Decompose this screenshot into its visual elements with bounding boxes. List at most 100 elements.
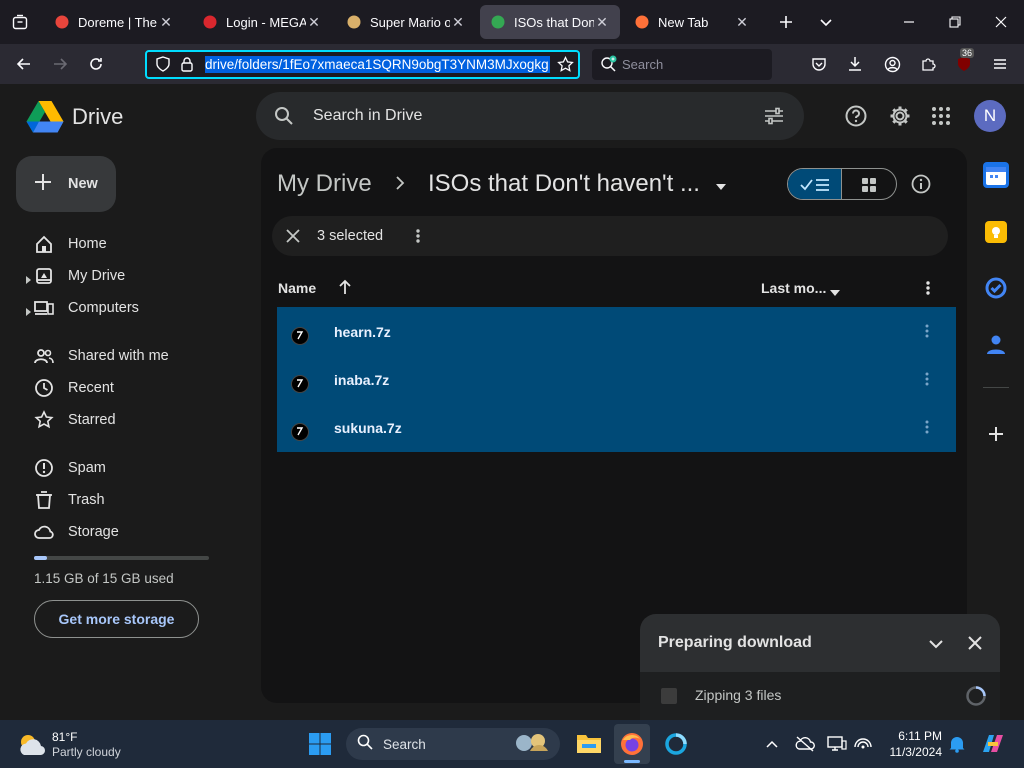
- column-options-more-icon[interactable]: [926, 281, 930, 300]
- tab-doreme[interactable]: Doreme | The L✕: [44, 5, 184, 39]
- column-header-last-modified[interactable]: Last mo...: [761, 280, 826, 296]
- window-restore-icon[interactable]: [943, 10, 967, 34]
- pocket-icon[interactable]: [807, 52, 831, 76]
- grid-view-button[interactable]: [842, 169, 896, 199]
- sidebar-item-spam[interactable]: Spam: [34, 452, 106, 484]
- new-tab-icon[interactable]: [774, 10, 798, 34]
- sidebar-item-storage[interactable]: Storage: [34, 516, 119, 548]
- downloads-icon[interactable]: [843, 52, 867, 76]
- extensions-puzzle-icon[interactable]: [916, 52, 940, 76]
- ublock-extension-icon[interactable]: 36: [952, 48, 976, 76]
- drive-logo[interactable]: Drive: [26, 100, 123, 134]
- row-more-options-icon[interactable]: [925, 420, 929, 437]
- column-header-name[interactable]: Name: [278, 280, 316, 296]
- breadcrumb-current-folder[interactable]: ISOs that Don't haven't ...: [428, 170, 700, 198]
- account-icon[interactable]: [880, 52, 904, 76]
- lock-icon[interactable]: [180, 56, 194, 78]
- taskbar-clock[interactable]: 6:11 PM 11/3/2024: [882, 728, 943, 760]
- sidebar-item-computers[interactable]: Computers: [26, 292, 139, 324]
- partly-cloudy-icon: [20, 735, 46, 756]
- file-name[interactable]: sukuna.7z: [334, 420, 402, 436]
- file-row[interactable]: inaba.7z: [277, 356, 956, 404]
- list-view-button[interactable]: [788, 169, 843, 199]
- tasks-app-icon[interactable]: [985, 277, 1007, 304]
- sidebar-item-label: Starred: [68, 412, 116, 428]
- help-icon[interactable]: [845, 105, 867, 132]
- apps-grid-icon[interactable]: [932, 107, 950, 130]
- sort-ascending-arrow-icon[interactable]: [338, 279, 352, 300]
- tab-login-mega[interactable]: Login - MEGA ✕: [192, 5, 332, 39]
- drive-search-bar[interactable]: Search in Drive: [256, 92, 804, 140]
- file-explorer-icon[interactable]: [576, 731, 602, 760]
- tab-close-icon[interactable]: ✕: [594, 14, 610, 31]
- file-name[interactable]: hearn.7z: [334, 324, 391, 340]
- sidebar-item-trash[interactable]: Trash: [34, 484, 105, 516]
- display-icon[interactable]: [827, 735, 847, 758]
- shield-icon[interactable]: [155, 56, 171, 78]
- search-icon[interactable]: [274, 106, 294, 131]
- bookmark-star-icon[interactable]: [557, 55, 574, 78]
- reload-icon[interactable]: [84, 52, 108, 76]
- expand-caret-icon[interactable]: [26, 304, 31, 320]
- tab-isos[interactable]: ISOs that Don't ✕: [480, 5, 620, 39]
- folder-dropdown-caret-icon[interactable]: [714, 179, 728, 197]
- forward-arrow-icon[interactable]: [48, 52, 72, 76]
- tab-super-mario[interactable]: Super Mario on✕: [336, 5, 476, 39]
- selection-more-icon[interactable]: [416, 229, 420, 248]
- tab-close-icon[interactable]: ✕: [158, 14, 174, 31]
- taskbar-firefox-button[interactable]: [614, 724, 650, 764]
- taskbar-search[interactable]: Search: [346, 728, 560, 760]
- storage-bar: [34, 556, 209, 560]
- tab-new-tab[interactable]: New Tab ✕: [624, 5, 760, 39]
- selection-count: 3 selected: [317, 228, 384, 244]
- sidebar-item-starred[interactable]: Starred: [34, 404, 116, 436]
- info-icon[interactable]: [911, 174, 931, 199]
- copilot-icon[interactable]: [980, 732, 1006, 761]
- settings-gear-icon[interactable]: [889, 105, 911, 132]
- show-hidden-icons-chevron-icon[interactable]: [765, 737, 779, 755]
- notification-bell-icon[interactable]: [948, 735, 966, 758]
- clear-selection-close-icon[interactable]: [286, 229, 300, 248]
- hamburger-menu-icon[interactable]: [988, 52, 1012, 76]
- row-more-options-icon[interactable]: [925, 372, 929, 389]
- search-options-icon[interactable]: [764, 106, 784, 131]
- window-close-icon[interactable]: [989, 10, 1013, 34]
- tab-overview-icon[interactable]: [8, 10, 32, 34]
- calendar-app-icon[interactable]: [983, 162, 1009, 188]
- sidebar-item-shared-with-me[interactable]: Shared with me: [34, 340, 169, 372]
- keep-app-icon[interactable]: [985, 221, 1007, 243]
- tab-close-icon[interactable]: ✕: [450, 14, 466, 31]
- column-dropdown-caret-icon[interactable]: [829, 284, 841, 302]
- window-minimize-icon[interactable]: [897, 10, 921, 34]
- breadcrumb-root[interactable]: My Drive: [277, 170, 372, 198]
- weather-widget[interactable]: 81°F Partly cloudy: [16, 730, 121, 760]
- file-name[interactable]: inaba.7z: [334, 372, 389, 388]
- close-toast-icon[interactable]: [968, 636, 982, 655]
- row-more-options-icon[interactable]: [925, 324, 929, 341]
- network-icon[interactable]: [853, 735, 873, 758]
- onedrive-offline-icon[interactable]: [795, 735, 815, 758]
- file-row[interactable]: sukuna.7z: [277, 404, 956, 452]
- tab-close-icon[interactable]: ✕: [306, 14, 322, 31]
- url-bar[interactable]: drive/folders/1fEo7xmaeca1SQRN9obgT3YNM3…: [145, 50, 580, 79]
- file-row[interactable]: hearn.7z: [277, 308, 956, 356]
- windows-start-icon[interactable]: [308, 732, 332, 761]
- contacts-app-icon[interactable]: [986, 334, 1006, 361]
- collapse-chevron-icon[interactable]: [928, 637, 944, 656]
- get-addons-plus-icon[interactable]: [988, 426, 1004, 447]
- back-arrow-icon[interactable]: [12, 52, 36, 76]
- sidebar-item-home[interactable]: Home: [34, 228, 107, 260]
- list-tabs-chevron-icon[interactable]: [814, 10, 838, 34]
- new-button[interactable]: New: [16, 156, 116, 212]
- sidebar-item-recent[interactable]: Recent: [34, 372, 114, 404]
- url-text[interactable]: drive/folders/1fEo7xmaeca1SQRN9obgT3YNM3…: [205, 56, 550, 73]
- expand-caret-icon[interactable]: [26, 272, 31, 288]
- avatar[interactable]: N: [974, 100, 1006, 132]
- download-item: Zipping 3 files: [640, 672, 1000, 720]
- app-ring-icon[interactable]: [664, 732, 688, 761]
- browser-search-box[interactable]: Search: [592, 49, 772, 80]
- sidebar-item-my-drive[interactable]: My Drive: [26, 260, 125, 292]
- grid-view-icon: [862, 178, 876, 192]
- tab-close-icon[interactable]: ✕: [734, 14, 750, 31]
- get-more-storage-button[interactable]: Get more storage: [34, 600, 199, 638]
